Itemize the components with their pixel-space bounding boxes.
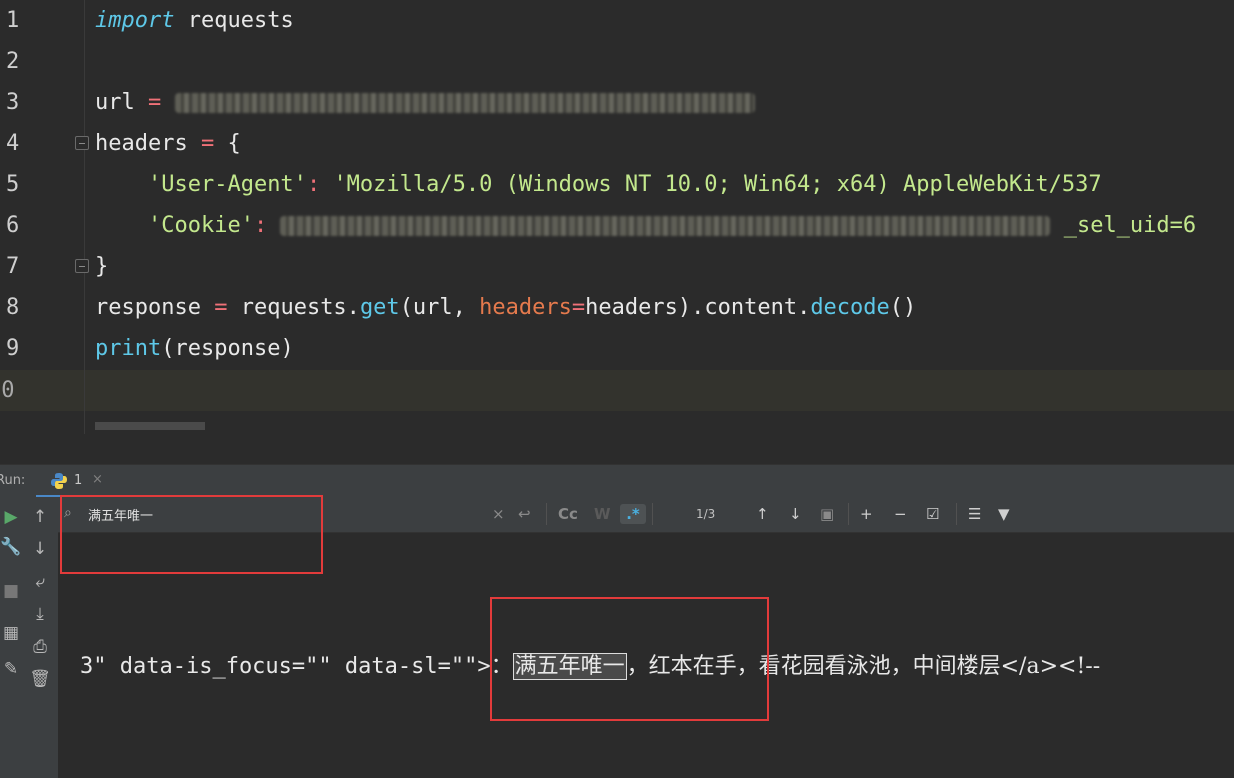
print-icon[interactable]: ⎙ bbox=[29, 637, 51, 657]
pin-icon[interactable]: ✎ bbox=[0, 659, 22, 679]
line-number: 10 bbox=[0, 378, 15, 403]
line-number: 6 bbox=[6, 213, 20, 238]
code-text: requests. bbox=[240, 295, 360, 320]
trash-icon[interactable]: 🗑 bbox=[29, 669, 51, 689]
separator bbox=[956, 503, 957, 525]
annotation-box bbox=[490, 597, 769, 721]
fold-collapse-icon[interactable] bbox=[75, 136, 89, 150]
regex-button[interactable]: .* bbox=[620, 504, 646, 524]
operator: = bbox=[200, 131, 215, 156]
run-toolbar-secondary: ↑ ↓ ⤶ ⤓ ⎙ 🗑 bbox=[22, 497, 59, 778]
dict-value: 'Mozilla/5.0 (Windows NT 10.0; Win64; x6… bbox=[333, 172, 1102, 197]
code-line-9: print(response) bbox=[95, 328, 294, 369]
operator: = bbox=[148, 90, 162, 115]
words-button[interactable]: W bbox=[594, 504, 611, 524]
code-line-6: 'Cookie': _sel_uid=6 bbox=[95, 205, 1196, 246]
line-number: 9 bbox=[6, 336, 20, 361]
layout-icon[interactable]: ▦ bbox=[0, 623, 22, 643]
wrench-icon[interactable]: 🔧 bbox=[0, 537, 22, 557]
run-tab[interactable]: 1 × bbox=[36, 465, 114, 498]
variable: url bbox=[95, 90, 135, 115]
dict-value-tail: _sel_uid=6 bbox=[1063, 213, 1197, 238]
run-toolbar-primary: ▶ 🔧 ■ ▦ ✎ bbox=[0, 497, 23, 778]
dict-key: 'User-Agent' bbox=[147, 172, 307, 197]
next-occurrence-icon[interactable]: ↓ bbox=[789, 504, 802, 524]
annotation-box bbox=[60, 495, 323, 574]
run-icon[interactable]: ▶ bbox=[0, 507, 22, 527]
code-text: (url, bbox=[399, 295, 480, 320]
function-name: decode bbox=[810, 295, 890, 320]
line-number: 5 bbox=[6, 172, 20, 197]
colon: : bbox=[306, 172, 334, 197]
soft-wrap-icon[interactable]: ⤶ bbox=[29, 572, 51, 592]
run-label: Run: bbox=[0, 473, 26, 488]
match-case-button[interactable]: Cc bbox=[558, 504, 578, 524]
code-line-1: import requests bbox=[95, 0, 294, 41]
up-arrow-icon[interactable]: ↑ bbox=[29, 507, 51, 527]
code-line-8: response = requests.get(url, headers=hea… bbox=[95, 287, 916, 328]
filter-icon[interactable]: ▼ bbox=[998, 504, 1010, 524]
dict-key: 'Cookie' bbox=[147, 213, 254, 238]
operator: = bbox=[214, 295, 228, 320]
remove-occurrence-icon[interactable]: − bbox=[894, 504, 907, 524]
redacted-cookie bbox=[280, 216, 1051, 236]
variable: headers bbox=[95, 131, 188, 156]
line-number: 2 bbox=[6, 49, 20, 74]
python-icon bbox=[51, 473, 67, 489]
brace: } bbox=[95, 254, 109, 279]
down-arrow-icon[interactable]: ↓ bbox=[29, 539, 51, 559]
brace: { bbox=[227, 131, 241, 156]
param-name: headers bbox=[479, 295, 572, 320]
gutter-divider bbox=[84, 0, 85, 434]
filter-lines-icon[interactable]: ☰ bbox=[968, 504, 981, 524]
separator bbox=[546, 503, 547, 525]
code-text: headers).content. bbox=[585, 295, 811, 320]
operator: = bbox=[571, 295, 586, 320]
scroll-to-end-icon[interactable]: ⤓ bbox=[29, 604, 51, 624]
console-text: 3" data-is_focus="" data-sl="">： bbox=[80, 654, 513, 679]
line-number-gutter: 1 2 3 4 5 6 7 8 9 10 bbox=[0, 0, 84, 434]
variable: response bbox=[95, 295, 201, 320]
stop-icon[interactable]: ■ bbox=[0, 581, 22, 601]
line-number: 4 bbox=[6, 131, 20, 156]
colon: : bbox=[253, 213, 281, 238]
line-number: 8 bbox=[6, 295, 20, 320]
separator bbox=[652, 503, 653, 525]
code-line-3: url = bbox=[95, 82, 755, 123]
clear-search-icon[interactable]: × bbox=[492, 504, 505, 524]
code-text: requests bbox=[174, 8, 294, 33]
previous-occurrence-icon[interactable]: ↑ bbox=[756, 504, 769, 524]
code-text: () bbox=[889, 295, 917, 320]
function-name: print bbox=[95, 336, 162, 361]
select-all-occurrences-icon[interactable]: ☑ bbox=[926, 504, 939, 524]
line-number: 7 bbox=[6, 254, 20, 279]
close-icon[interactable]: × bbox=[92, 472, 103, 487]
code-text: (response) bbox=[161, 336, 294, 361]
match-count: 1/3 bbox=[696, 507, 716, 521]
code-line-4: headers = { bbox=[95, 123, 241, 164]
select-all-icon[interactable]: ▣ bbox=[820, 504, 834, 524]
code-line-5: 'User-Agent': 'Mozilla/5.0 (Windows NT 1… bbox=[95, 164, 1102, 205]
fold-collapse-icon[interactable] bbox=[75, 259, 89, 273]
function-name: get bbox=[359, 295, 400, 320]
code-editor[interactable]: 1 2 3 4 5 6 7 8 9 10 import requests url… bbox=[0, 0, 1234, 434]
run-tool-window-header: Run: 1 × bbox=[0, 464, 1234, 498]
redacted-url bbox=[174, 93, 755, 113]
code-line-7: } bbox=[95, 246, 108, 287]
separator bbox=[848, 503, 849, 525]
new-line-icon[interactable]: ↩ bbox=[518, 504, 531, 524]
current-line-highlight bbox=[0, 370, 1234, 411]
line-number: 3 bbox=[6, 90, 20, 115]
line-number: 1 bbox=[6, 8, 20, 33]
horizontal-scrollbar[interactable] bbox=[95, 422, 205, 430]
run-tab-label: 1 bbox=[74, 473, 83, 488]
keyword: import bbox=[95, 8, 175, 33]
add-occurrence-icon[interactable]: + bbox=[860, 504, 873, 524]
